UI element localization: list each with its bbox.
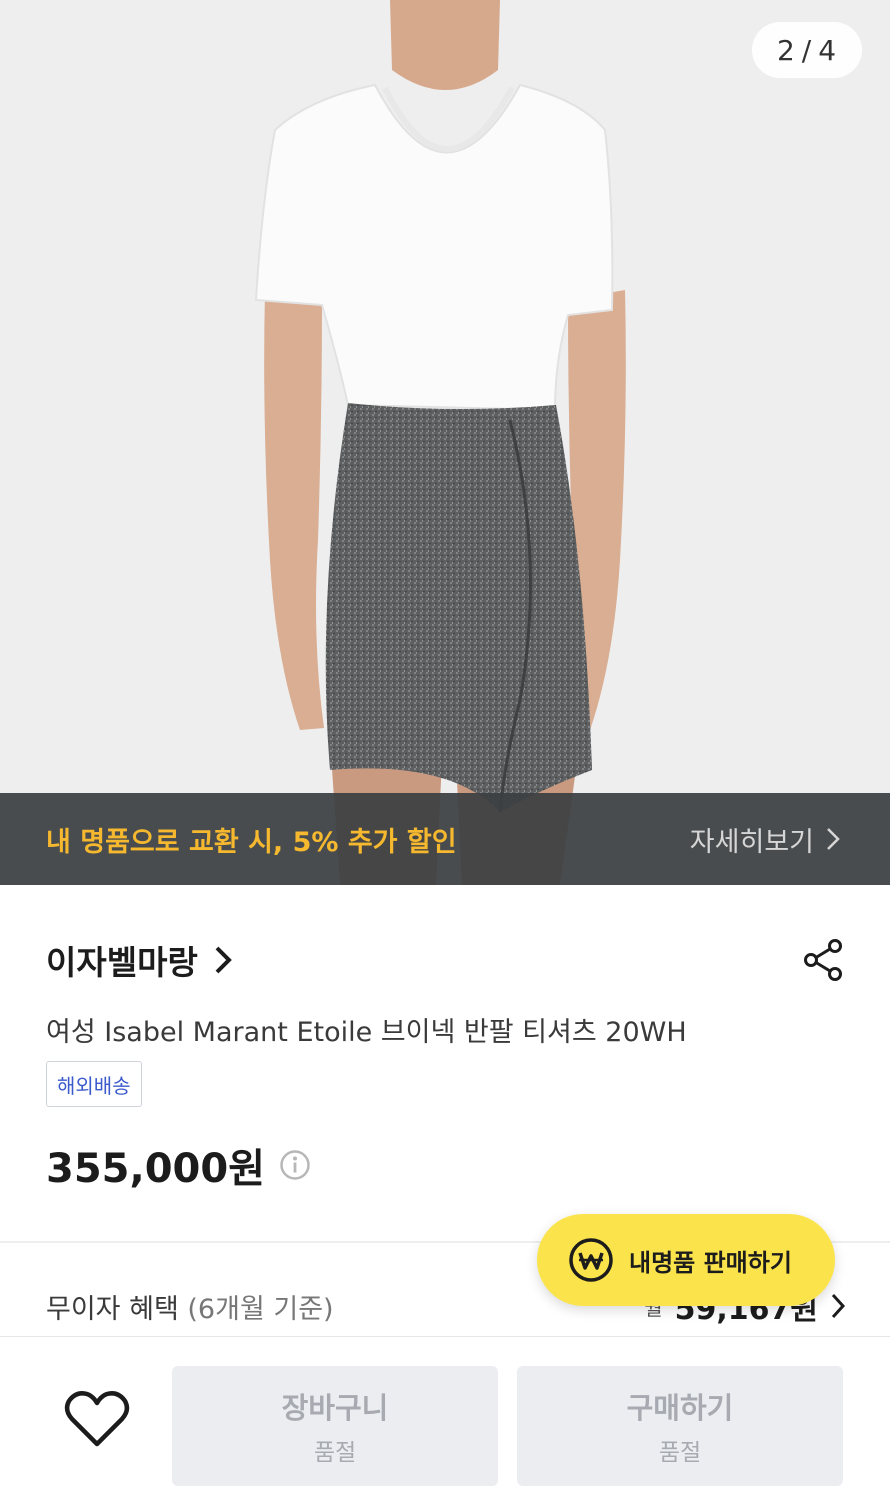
product-photo [254, 0, 626, 885]
chevron-right-icon [215, 946, 232, 974]
product-price: 355,000원 [46, 1146, 265, 1192]
sell-button-label: 내명품 판매하기 [629, 1248, 792, 1277]
cart-button-label: 장바구니 [281, 1391, 389, 1425]
pager-total: 4 [818, 33, 838, 67]
promo-more-link[interactable]: 자세히보기 [690, 820, 840, 859]
brand-link[interactable]: 이자벨마랑 [46, 936, 232, 984]
sell-my-luxury-button[interactable]: 내명품 판매하기 [537, 1214, 835, 1306]
benefit-label-sub: (6개월 기준) [187, 1293, 334, 1325]
overseas-shipping-tag: 해외배송 [46, 1061, 142, 1107]
benefit-label: 무이자 혜택 (6개월 기준) [46, 1287, 334, 1326]
won-coin-icon [569, 1238, 613, 1282]
chevron-right-icon [831, 1293, 846, 1319]
info-icon[interactable] [279, 1149, 311, 1181]
promo-more-label: 자세히보기 [689, 826, 814, 858]
add-to-cart-button[interactable]: 장바구니 품절 [172, 1366, 498, 1486]
pager-current: 2 [776, 33, 796, 67]
pager-separator: / [801, 33, 813, 67]
buy-button-status: 품절 [658, 1440, 702, 1466]
brand-name: 이자벨마랑 [46, 943, 198, 982]
image-pager: 2 / 4 [752, 22, 862, 78]
product-title: 여성 Isabel Marant Etoile 브이넥 반팔 티셔츠 20WH [46, 1017, 687, 1048]
share-icon[interactable] [802, 938, 846, 982]
price-row: 355,000원 [46, 1136, 311, 1194]
buy-button-label: 구매하기 [626, 1391, 734, 1425]
heart-icon[interactable] [64, 1389, 130, 1449]
brand-row: 이자벨마랑 [46, 935, 846, 985]
buy-now-button[interactable]: 구매하기 품절 [517, 1366, 843, 1486]
product-image-gallery[interactable]: 2 / 4 내 명품으로 교환 시, 5% 추가 할인 자세히보기 [0, 0, 890, 885]
promo-text: 내 명품으로 교환 시, 5% 추가 할인 [46, 826, 457, 858]
cart-button-status: 품절 [313, 1440, 357, 1466]
benefit-label-main: 무이자 혜택 [46, 1293, 179, 1325]
chevron-right-icon [827, 828, 840, 850]
exchange-promo-banner[interactable]: 내 명품으로 교환 시, 5% 추가 할인 자세히보기 [0, 793, 890, 885]
bottom-action-bar: 장바구니 품절 구매하기 품절 [0, 1336, 890, 1500]
